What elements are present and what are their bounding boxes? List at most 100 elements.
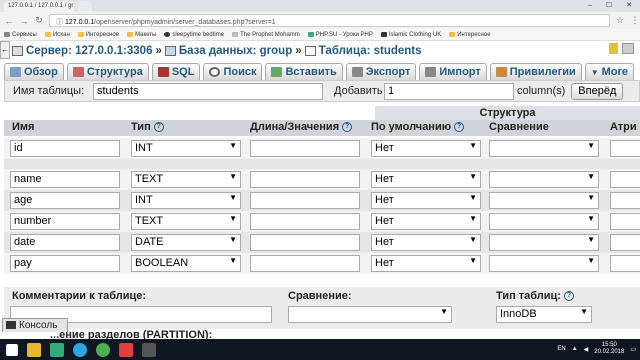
forward-icon[interactable]: → [19, 16, 29, 26]
bookmark-item[interactable]: Сервисы [4, 32, 37, 38]
collation-select[interactable]: ▼ [489, 171, 599, 188]
length-input[interactable] [250, 140, 360, 157]
tab-search[interactable]: Поиск [203, 63, 263, 80]
collation-select[interactable]: ▼ [489, 192, 599, 209]
tab-sql[interactable]: SQL [151, 63, 201, 80]
chevron-down-icon: ▼ [229, 141, 237, 150]
reload-icon[interactable]: ↻ [34, 15, 44, 26]
back-icon[interactable]: ← [4, 16, 14, 26]
tab-structure[interactable]: Структура [66, 63, 149, 80]
tab-more[interactable]: ▼ More [584, 63, 634, 80]
bookmark-item[interactable]: Макеты [127, 32, 156, 38]
notifications-icon[interactable]: ▭ [630, 346, 636, 353]
tab-privileges[interactable]: Привилегии [489, 63, 582, 80]
file-manager-icon[interactable] [50, 342, 64, 357]
new-tab-button[interactable] [78, 1, 92, 12]
bookmark-item[interactable]: Интересное [449, 32, 491, 38]
length-input[interactable] [250, 234, 360, 251]
table-row: date DATE ▼ Нет ▼ ▼ [4, 232, 640, 253]
settings-icon[interactable] [622, 43, 634, 54]
collation-select[interactable]: ▼ [489, 213, 599, 230]
attributes-select[interactable] [610, 171, 640, 188]
language-indicator[interactable]: EN [557, 346, 565, 352]
menu-icon[interactable]: ⋮ [630, 15, 640, 26]
type-select[interactable]: BOOLEAN ▼ [131, 255, 241, 272]
collation-select[interactable]: ▼ [489, 255, 599, 272]
attributes-select[interactable] [610, 255, 640, 272]
help-icon[interactable]: ? [153, 122, 164, 132]
database-icon [164, 45, 176, 56]
lock-icon[interactable] [609, 43, 618, 54]
game-icon[interactable] [142, 342, 156, 357]
chevron-down-icon: ▼ [229, 193, 237, 202]
network-icon[interactable]: ▲ [572, 346, 578, 352]
type-select[interactable]: INT ▼ [131, 140, 241, 157]
column-header-default: По умолчанию? [371, 121, 465, 133]
collation-select[interactable]: ▼ [489, 234, 599, 251]
attributes-select[interactable] [610, 140, 640, 157]
default-select[interactable]: Нет ▼ [371, 171, 481, 188]
telegram-icon[interactable] [73, 342, 87, 357]
column-name-input[interactable]: pay [10, 255, 120, 272]
tab-insert[interactable]: Вставить [265, 63, 343, 80]
explorer-icon[interactable] [27, 342, 41, 357]
url-input[interactable]: ⓘ 127.0.0.1/openserver/phpmyadmin/server… [49, 14, 610, 27]
breadcrumb-server[interactable]: Сервер: 127.0.0.1:3306 [26, 45, 152, 57]
bookmark-item[interactable]: sleepytime bedtime [164, 32, 224, 38]
length-input[interactable] [250, 171, 360, 188]
table-name-input[interactable]: students [93, 82, 323, 100]
corner-icons [609, 43, 634, 54]
attributes-select[interactable] [610, 192, 640, 209]
column-name-input[interactable]: age [10, 192, 120, 209]
default-select[interactable]: Нет ▼ [371, 192, 481, 209]
tab-browse[interactable]: Обзор [4, 63, 64, 80]
help-icon[interactable]: ? [563, 291, 574, 301]
help-icon[interactable]: ? [454, 122, 465, 132]
address-toolbar: ← → ↻ ⓘ 127.0.0.1/openserver/phpmyadmin/… [0, 12, 640, 29]
bookmark-item[interactable]: PHP.SU - Уроки PHP [307, 32, 373, 38]
table-collation-select[interactable]: ▼ [288, 306, 452, 323]
default-select[interactable]: Нет ▼ [371, 140, 481, 157]
start-icon[interactable] [6, 343, 18, 356]
window-controls[interactable]: – ☐ ✕ [588, 1, 638, 9]
engine-select[interactable]: InnoDB ▼ [496, 306, 592, 323]
bookmark-item[interactable]: Интересное [77, 32, 119, 38]
go-button[interactable]: Вперёд [571, 82, 624, 100]
star-icon[interactable]: ☆ [615, 15, 625, 26]
column-name-input[interactable]: number [10, 213, 120, 230]
column-name-input[interactable]: id [10, 140, 120, 157]
default-select[interactable]: Нет ▼ [371, 213, 481, 230]
table-row: name TEXT ▼ Нет ▼ ▼ [4, 169, 640, 190]
length-input[interactable] [250, 213, 360, 230]
tab-import[interactable]: Импорт [419, 63, 487, 80]
bookmark-item[interactable]: Исхан [44, 32, 70, 38]
tab-export[interactable]: Экспорт [345, 63, 417, 80]
type-select[interactable]: DATE ▼ [131, 234, 241, 251]
attributes-select[interactable] [610, 213, 640, 230]
browser-tab[interactable]: 127.0.0.1 / 127.0.0.1 / gr [4, 1, 74, 12]
type-select[interactable]: INT ▼ [131, 192, 241, 209]
volume-icon[interactable]: ◀ [584, 346, 589, 353]
bookmark-item[interactable]: Islamic Clothing UK [380, 32, 441, 38]
default-select[interactable]: Нет ▼ [371, 255, 481, 272]
help-icon[interactable]: ? [342, 122, 353, 132]
type-select[interactable]: TEXT ▼ [131, 171, 241, 188]
pma-page: ← Сервер: 127.0.0.1:3306 » База данных: … [0, 41, 640, 339]
chrome-icon[interactable] [96, 342, 110, 357]
breadcrumb-database[interactable]: База данных: group [179, 45, 292, 57]
breadcrumb-table[interactable]: Таблица: students [319, 45, 422, 57]
app-icon[interactable] [119, 342, 133, 357]
length-input[interactable] [250, 255, 360, 272]
bookmark-item[interactable]: The Prophet Mohamm [232, 32, 300, 38]
length-input[interactable] [250, 192, 360, 209]
default-select[interactable]: Нет ▼ [371, 234, 481, 251]
clock[interactable]: 15:50 20.02.2018 [594, 342, 624, 356]
add-columns-input[interactable]: 1 [384, 82, 514, 100]
type-select[interactable]: TEXT ▼ [131, 213, 241, 230]
collation-select[interactable]: ▼ [489, 140, 599, 157]
column-name-input[interactable]: name [10, 171, 120, 188]
column-header-collation: Сравнение [489, 121, 549, 133]
column-name-input[interactable]: date [10, 234, 120, 251]
collapse-sidebar-icon[interactable]: ← [0, 41, 10, 59]
attributes-select[interactable] [610, 234, 640, 251]
